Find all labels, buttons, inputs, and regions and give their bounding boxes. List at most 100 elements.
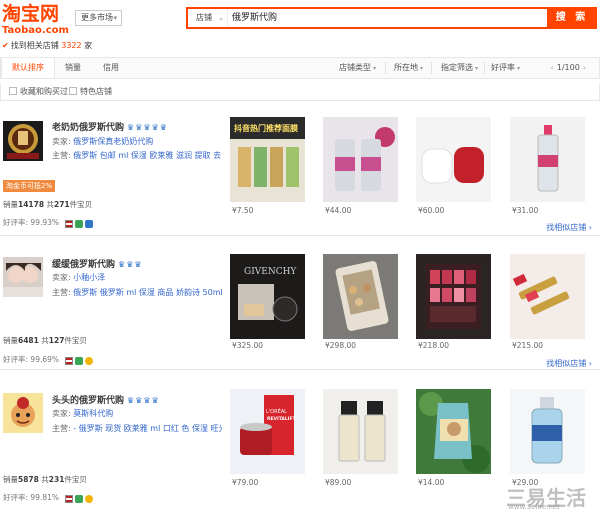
logo-main-text: 淘宝网 bbox=[2, 3, 60, 25]
shop-avatar[interactable] bbox=[3, 121, 43, 161]
svg-text:GIVENCHY: GIVENCHY bbox=[244, 267, 297, 277]
sales-value: 14178 bbox=[18, 200, 45, 209]
seller-link[interactable]: 小釉小泽 bbox=[73, 273, 105, 282]
find-similar-link[interactable]: 找相似店铺 › bbox=[546, 358, 592, 369]
rating-label: 好评率: bbox=[3, 355, 29, 364]
divider bbox=[431, 62, 432, 74]
flag-icon bbox=[65, 220, 74, 228]
main-label: 主营: bbox=[52, 151, 71, 160]
sales-value: 6481 bbox=[18, 336, 39, 345]
seller-link[interactable]: 俄罗斯保真老奶奶代购 bbox=[73, 137, 153, 146]
search-box: 店铺 ⌄ bbox=[186, 7, 549, 29]
chevron-down-icon: ▾ bbox=[373, 65, 377, 72]
shop-avatar[interactable] bbox=[3, 257, 43, 297]
items-suffix: 件宝贝 bbox=[64, 336, 87, 345]
pager-text: 1/100 bbox=[556, 63, 580, 72]
search-type-select[interactable]: 店铺 ⌄ bbox=[188, 9, 228, 27]
search-button[interactable]: 搜 索 bbox=[547, 7, 597, 29]
check-featured[interactable]: 特色店铺 bbox=[69, 86, 112, 97]
found-suffix: 家 bbox=[84, 41, 93, 50]
seller-link[interactable]: 莫斯科代购 bbox=[73, 409, 113, 418]
filter-location-label: 所在地 bbox=[394, 63, 418, 72]
shop-name[interactable]: 缓缓俄罗斯代购 ♛♛♛ bbox=[52, 257, 143, 270]
next-page-icon[interactable]: › bbox=[583, 63, 586, 72]
seller-label: 卖家: bbox=[52, 137, 71, 146]
check-favorited[interactable]: 收藏和购买过 bbox=[9, 86, 68, 97]
find-similar-label: 找相似店铺 bbox=[546, 223, 587, 232]
find-similar-link[interactable]: 找相似店铺 › bbox=[546, 222, 592, 233]
market-select[interactable]: 更多市场 ▾ bbox=[75, 10, 122, 26]
rating-value: 99.69% bbox=[30, 355, 60, 364]
items-label: 共 bbox=[41, 336, 49, 345]
product-thumb[interactable] bbox=[416, 117, 491, 202]
find-similar-label: 找相似店铺 bbox=[546, 359, 587, 368]
filter-specified-label: 指定筛选 bbox=[441, 63, 473, 72]
market-select-label: 更多市场 bbox=[81, 13, 113, 22]
shop-name[interactable]: 老奶奶俄罗斯代购 ♛♛♛♛♛ bbox=[52, 120, 168, 133]
chevron-down-icon: ⌄ bbox=[218, 14, 224, 22]
shop-avatar[interactable] bbox=[3, 393, 43, 433]
search-type-label: 店铺 bbox=[196, 13, 212, 22]
items-suffix: 件宝贝 bbox=[64, 475, 87, 484]
product-price: ¥89.00 bbox=[325, 478, 352, 487]
check-favorited-label: 收藏和购买过 bbox=[20, 87, 68, 96]
rating-value: 99.81% bbox=[30, 493, 60, 502]
rating-label: 好评率: bbox=[3, 218, 29, 227]
product-price: ¥79.00 bbox=[232, 478, 259, 487]
product-thumb[interactable] bbox=[510, 254, 585, 339]
filter-rating[interactable]: 好评率 ▾ bbox=[491, 58, 520, 78]
thumb-caption: REVITALIFT bbox=[267, 417, 296, 422]
main-text: 俄罗斯 俄罗斯 ml 保湿 商品 娇韵诗 50ml 新 bbox=[73, 288, 222, 297]
product-thumb[interactable]: L'ORÉAL REVITALIFT bbox=[230, 389, 305, 474]
product-thumb[interactable] bbox=[510, 389, 585, 474]
chevron-down-icon: ▾ bbox=[420, 65, 424, 72]
filter-checks: 收藏和购买过 特色店铺 bbox=[0, 83, 600, 101]
shop-sales: 销量14178 共271件宝贝 bbox=[3, 199, 92, 210]
tab-default-sort[interactable]: 默认排序 bbox=[1, 58, 55, 78]
seller-label: 卖家: bbox=[52, 409, 71, 418]
tab-credit[interactable]: 信用 bbox=[91, 58, 131, 78]
product-thumb[interactable]: 抖音热门推荐面膜 bbox=[230, 117, 305, 202]
shop-name-text: 老奶奶俄罗斯代购 bbox=[52, 123, 125, 133]
found-text: 找到相关店铺 bbox=[10, 41, 59, 50]
product-thumb[interactable] bbox=[510, 117, 585, 202]
coin-discount-badge: 淘金币可抵2% bbox=[3, 180, 56, 192]
shop-row: 缓缓俄罗斯代购 ♛♛♛ 卖家: 小釉小泽 主营: 俄罗斯 俄罗斯 ml 保湿 商品… bbox=[0, 237, 600, 370]
product-thumb[interactable] bbox=[323, 389, 398, 474]
crown-icon: ♛♛♛ bbox=[118, 260, 143, 269]
product-thumb[interactable] bbox=[323, 117, 398, 202]
main-text: - 俄罗斯 现货 欧莱雅 ml 口红 色 保湿 旺光 bbox=[73, 424, 222, 433]
watermark-url: www.3elife.net bbox=[508, 503, 560, 511]
product-thumb[interactable] bbox=[416, 389, 491, 474]
chevron-down-icon: ▾ bbox=[517, 65, 521, 72]
shop-seller: 卖家: 小釉小泽 bbox=[52, 272, 105, 283]
prev-page-icon[interactable]: ‹ bbox=[551, 63, 554, 72]
medal-icon bbox=[85, 495, 94, 503]
sort-toolbar: 默认排序 销量 信用 店铺类型 ▾ 所在地 ▾ 指定筛选 ▾ 好评率 ▾ ‹ 1/100 › bbox=[0, 57, 600, 79]
shop-seller: 卖家: 莫斯科代购 bbox=[52, 408, 113, 419]
shop-rating: 好评率: 99.93% bbox=[3, 217, 95, 228]
seller-label: 卖家: bbox=[52, 273, 71, 282]
items-value: 127 bbox=[48, 336, 65, 345]
svg-text:L'ORÉAL: L'ORÉAL bbox=[266, 407, 287, 415]
guarantee-icon bbox=[75, 357, 84, 365]
guarantee-icon bbox=[75, 495, 84, 503]
search-input[interactable] bbox=[232, 9, 532, 27]
divider bbox=[385, 62, 386, 74]
product-thumb[interactable] bbox=[323, 254, 398, 339]
filter-shop-type-label: 店铺类型 bbox=[339, 63, 371, 72]
filter-location[interactable]: 所在地 ▾ bbox=[394, 58, 423, 78]
rating-label: 好评率: bbox=[3, 493, 29, 502]
product-thumb[interactable]: GIVENCHY bbox=[230, 254, 305, 339]
filter-shop-type[interactable]: 店铺类型 ▾ bbox=[339, 58, 376, 78]
shop-name[interactable]: 头头的俄罗斯代购 ♛♛♛♛ bbox=[52, 393, 160, 406]
filter-specified[interactable]: 指定筛选 ▾ bbox=[441, 58, 478, 78]
chevron-down-icon: ▾ bbox=[475, 65, 479, 72]
divider bbox=[484, 62, 485, 74]
taobao-logo[interactable]: 淘宝网 Taobao.com bbox=[2, 3, 69, 37]
product-thumb[interactable] bbox=[416, 254, 491, 339]
pager: ‹ 1/100 › bbox=[548, 58, 589, 78]
product-price: ¥60.00 bbox=[418, 206, 445, 215]
shop-main-business: 主营: 俄罗斯 包邮 ml 保湿 欧莱雅 滋润 提取 去 bbox=[52, 150, 222, 161]
tab-sales[interactable]: 销量 bbox=[55, 58, 91, 78]
